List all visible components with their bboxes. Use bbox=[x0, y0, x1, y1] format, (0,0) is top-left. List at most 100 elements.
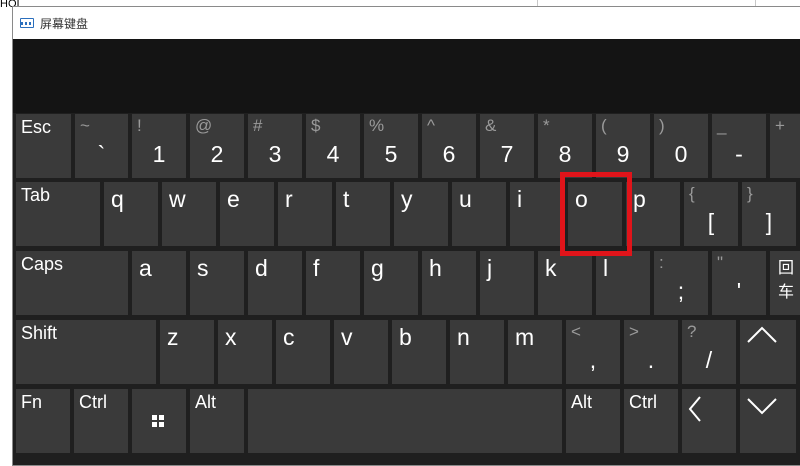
key-windows[interactable] bbox=[132, 389, 186, 453]
key-label: 7 bbox=[500, 141, 514, 167]
key-3[interactable]: # 3 bbox=[248, 114, 302, 178]
key-shift-label: } bbox=[747, 184, 753, 203]
key-quote[interactable]: " ' bbox=[712, 251, 766, 315]
key-arrow-down[interactable] bbox=[740, 389, 796, 453]
key-label: Alt bbox=[195, 392, 217, 412]
key-8[interactable]: * 8 bbox=[538, 114, 592, 178]
key-enter[interactable]: 回车 bbox=[770, 251, 800, 315]
key-space[interactable] bbox=[248, 389, 562, 453]
key-alt-right[interactable]: Alt bbox=[566, 389, 620, 453]
key-label: v bbox=[341, 324, 353, 350]
key-label: g bbox=[371, 255, 384, 281]
key-h[interactable]: h bbox=[422, 251, 476, 315]
key-w[interactable]: w bbox=[162, 182, 216, 246]
key-label: [ bbox=[707, 209, 715, 235]
key-s[interactable]: s bbox=[190, 251, 244, 315]
key-x[interactable]: x bbox=[218, 320, 272, 384]
key-f[interactable]: f bbox=[306, 251, 360, 315]
key-1[interactable]: ! 1 bbox=[132, 114, 186, 178]
key-label: . bbox=[647, 347, 655, 373]
key-label: Ctrl bbox=[79, 392, 107, 412]
key-d[interactable]: d bbox=[248, 251, 302, 315]
key-label: 4 bbox=[326, 141, 340, 167]
arrow-up-icon bbox=[747, 326, 777, 343]
key-shift-label: : bbox=[659, 253, 664, 272]
key-comma[interactable]: < , bbox=[566, 320, 620, 384]
key-label: n bbox=[457, 324, 470, 350]
key-q[interactable]: q bbox=[104, 182, 158, 246]
key-c[interactable]: c bbox=[276, 320, 330, 384]
key-u[interactable]: u bbox=[452, 182, 506, 246]
key-label: 2 bbox=[210, 141, 224, 167]
key-i[interactable]: i bbox=[510, 182, 564, 246]
key-shift-label: ~ bbox=[80, 116, 90, 135]
key-m[interactable]: m bbox=[508, 320, 562, 384]
key-a[interactable]: a bbox=[132, 251, 186, 315]
key-shift-label: + bbox=[775, 116, 785, 135]
key-6[interactable]: ^ 6 bbox=[422, 114, 476, 178]
key-period[interactable]: > . bbox=[624, 320, 678, 384]
key-n[interactable]: n bbox=[450, 320, 504, 384]
key-label: s bbox=[197, 255, 209, 281]
key-ctrl-right[interactable]: Ctrl bbox=[624, 389, 678, 453]
key-label: Tab bbox=[21, 185, 51, 205]
key-g[interactable]: g bbox=[364, 251, 418, 315]
key-z[interactable]: z bbox=[160, 320, 214, 384]
key-label: ; bbox=[677, 278, 685, 304]
key-label: w bbox=[169, 186, 186, 212]
key-caps-lock[interactable]: Caps bbox=[16, 251, 128, 315]
key-2[interactable]: @ 2 bbox=[190, 114, 244, 178]
key-p[interactable]: p bbox=[626, 182, 680, 246]
key-arrow-up[interactable] bbox=[740, 320, 796, 384]
key-label: , bbox=[589, 347, 597, 373]
key-label: q bbox=[111, 186, 124, 212]
key-ctrl-left[interactable]: Ctrl bbox=[74, 389, 128, 453]
key-label: Alt bbox=[571, 392, 593, 412]
key-label: 5 bbox=[384, 141, 398, 167]
key-semicolon[interactable]: : ; bbox=[654, 251, 708, 315]
key-shift[interactable]: Shift bbox=[16, 320, 156, 384]
key-slash[interactable]: ? / bbox=[682, 320, 736, 384]
key-shift-label: % bbox=[369, 116, 385, 135]
key-label: 回车 bbox=[778, 260, 795, 301]
key-label: ] bbox=[765, 209, 773, 235]
key-j[interactable]: j bbox=[480, 251, 534, 315]
key-label: Esc bbox=[21, 117, 52, 137]
key-9[interactable]: ( 9 bbox=[596, 114, 650, 178]
key-label: d bbox=[255, 255, 268, 281]
key-backtick[interactable]: ~ ` bbox=[75, 114, 128, 178]
key-label: Ctrl bbox=[629, 392, 657, 412]
key-tab[interactable]: Tab bbox=[16, 182, 100, 246]
key-o[interactable]: o bbox=[568, 182, 622, 246]
arrow-down-icon bbox=[747, 398, 777, 415]
key-close-bracket[interactable]: } ] bbox=[742, 182, 796, 246]
key-label: Caps bbox=[21, 254, 64, 274]
key-label: b bbox=[399, 324, 412, 350]
key-v[interactable]: v bbox=[334, 320, 388, 384]
key-4[interactable]: $ 4 bbox=[306, 114, 360, 178]
key-b[interactable]: b bbox=[392, 320, 446, 384]
key-r[interactable]: r bbox=[278, 182, 332, 246]
key-label: j bbox=[487, 255, 493, 281]
title-bar[interactable]: 屏幕键盘 bbox=[13, 7, 800, 39]
key-5[interactable]: % 5 bbox=[364, 114, 418, 178]
key-l[interactable]: l bbox=[596, 251, 650, 315]
keyboard-top-strip bbox=[13, 39, 800, 113]
key-t[interactable]: t bbox=[336, 182, 390, 246]
key-e[interactable]: e bbox=[220, 182, 274, 246]
key-y[interactable]: y bbox=[394, 182, 448, 246]
key-label: r bbox=[285, 186, 293, 212]
key-open-bracket[interactable]: { [ bbox=[684, 182, 738, 246]
key-label: ` bbox=[97, 141, 106, 167]
arrow-left-icon bbox=[688, 396, 701, 422]
key-arrow-left[interactable] bbox=[682, 389, 736, 453]
key-minus[interactable]: _ - bbox=[712, 114, 766, 178]
key-k[interactable]: k bbox=[538, 251, 592, 315]
key-equals[interactable]: + bbox=[770, 114, 800, 178]
window-title: 屏幕键盘 bbox=[40, 16, 89, 31]
key-fn[interactable]: Fn bbox=[16, 389, 70, 453]
key-7[interactable]: & 7 bbox=[480, 114, 534, 178]
key-alt-left[interactable]: Alt bbox=[190, 389, 244, 453]
key-0[interactable]: ) 0 bbox=[654, 114, 708, 178]
key-esc[interactable]: Esc bbox=[16, 114, 71, 178]
